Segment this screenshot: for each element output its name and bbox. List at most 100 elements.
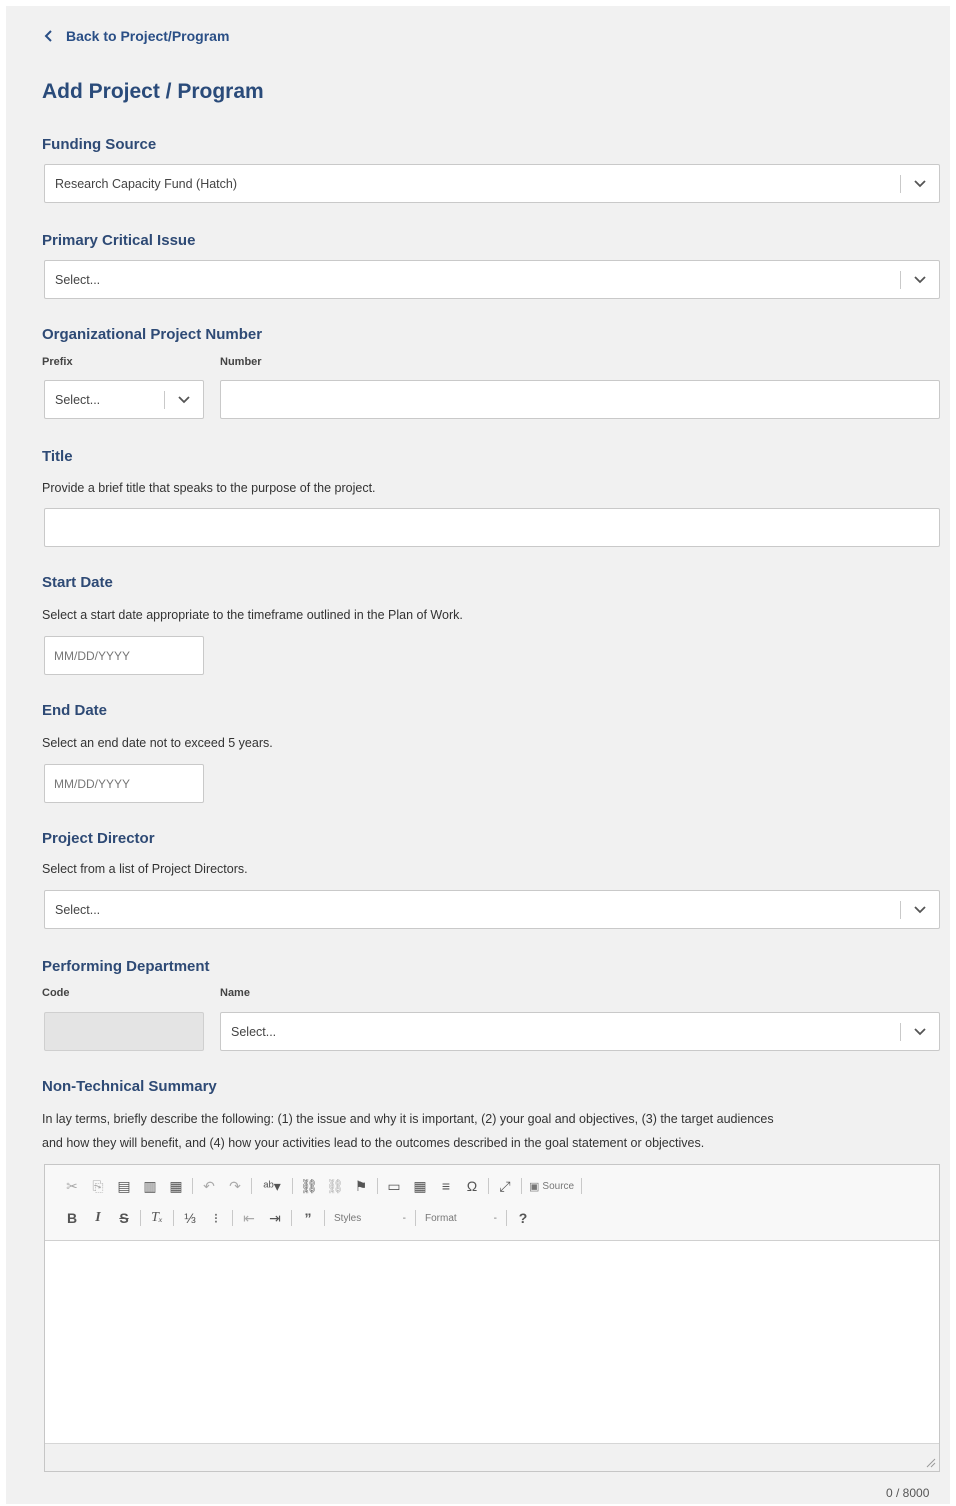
title-input[interactable] [44,508,940,547]
chevron-down-icon[interactable] [901,275,939,284]
primary-critical-issue-label: Primary Critical Issue [42,232,196,249]
copy-icon[interactable]: ⎘ [85,1178,111,1195]
rich-text-editor: ✂ ⎘ ▤ ▥ ▦ ↶ ↷ ᵃᵇ▾ ⛓ ⛓ ⚑ ▭ ▦ ≡ Ω ⤢ ▣ Sour… [44,1164,940,1472]
link-icon[interactable]: ⛓ [296,1178,322,1195]
styles-dropdown[interactable]: Styles - [328,1213,412,1224]
format-label: Format [425,1212,457,1224]
end-date-input[interactable]: MM/DD/YYYY [44,764,204,803]
start-date-help: Select a start date appropriate to the t… [42,608,463,622]
strikethrough-button[interactable]: S [111,1210,137,1226]
funding-source-value: Research Capacity Fund (Hatch) [55,176,238,191]
funding-source-select[interactable]: Research Capacity Fund (Hatch) [44,164,940,203]
toolbar-separator [506,1210,507,1226]
code-label: Code [42,987,70,999]
project-director-value: Select... [55,902,101,917]
end-date-help: Select an end date not to exceed 5 years… [42,736,273,750]
back-link[interactable]: Back to Project/Program [42,26,229,46]
outdent-icon[interactable]: ⇤ [236,1210,262,1227]
title-help: Provide a brief title that speaks to the… [42,481,376,495]
paste-word-icon[interactable]: ▦ [163,1178,189,1195]
bulleted-list-icon[interactable]: ⁝ [203,1210,229,1227]
anchor-flag-icon[interactable]: ⚑ [348,1178,374,1195]
toolbar-row-1: ✂ ⎘ ▤ ▥ ▦ ↶ ↷ ᵃᵇ▾ ⛓ ⛓ ⚑ ▭ ▦ ≡ Ω ⤢ ▣ Sour… [59,1175,585,1197]
undo-icon[interactable]: ↶ [196,1178,222,1195]
summary-label: Non-Technical Summary [42,1078,217,1095]
start-date-placeholder: MM/DD/YYYY [54,648,131,663]
help-button[interactable]: ? [510,1210,536,1226]
image-icon[interactable]: ▭ [381,1178,407,1195]
table-icon[interactable]: ▦ [407,1178,433,1195]
back-link-label: Back to Project/Program [66,28,230,44]
toolbar-separator [251,1178,252,1194]
prefix-label: Prefix [42,356,73,368]
performing-department-label: Performing Department [42,958,210,975]
paste-text-icon[interactable]: ▥ [137,1178,163,1195]
resize-handle-icon[interactable] [926,1458,936,1468]
toolbar-separator [581,1178,583,1194]
number-input[interactable] [220,380,940,419]
dropdown-caret-icon: - [402,1212,406,1224]
start-date-input[interactable]: MM/DD/YYYY [44,636,204,675]
project-director-select[interactable]: Select... [44,890,940,929]
toolbar-separator [415,1210,416,1226]
source-label: Source [542,1180,575,1192]
department-name-select[interactable]: Select... [220,1012,940,1051]
horizontal-line-icon[interactable]: ≡ [433,1178,459,1194]
redo-icon[interactable]: ↷ [222,1178,248,1195]
paste-icon[interactable]: ▤ [111,1178,137,1195]
editor-toolbar: ✂ ⎘ ▤ ▥ ▦ ↶ ↷ ᵃᵇ▾ ⛓ ⛓ ⚑ ▭ ▦ ≡ Ω ⤢ ▣ Sour… [45,1165,939,1241]
editor-status-bar [45,1443,939,1471]
toolbar-row-2: B I S Tₓ ⅓ ⁝ ⇤ ⇥ ” Styles - Format - ? [59,1207,536,1229]
toolbar-separator [377,1178,378,1194]
department-name-value: Select... [231,1024,277,1039]
spellcheck-icon[interactable]: ᵃᵇ▾ [255,1178,289,1195]
toolbar-separator [232,1210,233,1226]
prefix-value: Select... [55,392,101,407]
numbered-list-icon[interactable]: ⅓ [177,1210,203,1226]
prefix-select[interactable]: Select... [44,380,204,419]
department-code-field [44,1012,204,1051]
dropdown-caret-icon: - [493,1212,497,1224]
primary-critical-issue-value: Select... [55,272,101,287]
toolbar-separator [173,1210,174,1226]
primary-critical-issue-select[interactable]: Select... [44,260,940,299]
source-icon: ▣ [529,1180,540,1193]
toolbar-separator [324,1210,325,1226]
project-director-help: Select from a list of Project Directors. [42,862,248,876]
funding-source-label: Funding Source [42,136,157,153]
end-date-label: End Date [42,702,108,719]
toolbar-separator [192,1178,193,1194]
bold-button[interactable]: B [59,1210,85,1226]
toolbar-separator [140,1210,141,1226]
name-label: Name [220,987,250,999]
number-label: Number [220,356,262,368]
summary-help-line2: and how they will benefit, and (4) how y… [42,1136,705,1150]
italic-button[interactable]: I [85,1210,111,1226]
chevron-down-icon[interactable] [901,1027,939,1036]
cut-icon[interactable]: ✂ [59,1178,85,1195]
blockquote-icon[interactable]: ” [295,1210,321,1226]
indent-icon[interactable]: ⇥ [262,1210,288,1227]
unlink-icon[interactable]: ⛓ [322,1178,348,1195]
special-char-icon[interactable]: Ω [459,1178,485,1194]
source-button[interactable]: ▣ Source [525,1180,578,1193]
start-date-label: Start Date [42,574,113,591]
styles-label: Styles [334,1212,362,1224]
summary-help-line1: In lay terms, briefly describe the follo… [42,1112,774,1126]
toolbar-separator [292,1178,293,1194]
toolbar-separator [521,1178,522,1194]
chevron-down-icon[interactable] [901,179,939,188]
chevron-left-icon [44,30,52,42]
maximize-icon[interactable]: ⤢ [492,1178,518,1195]
page-title: Add Project / Program [42,80,264,103]
project-director-label: Project Director [42,830,155,847]
editor-content-area[interactable] [45,1242,939,1443]
end-date-placeholder: MM/DD/YYYY [54,776,131,791]
org-project-number-label: Organizational Project Number [42,326,263,343]
chevron-down-icon[interactable] [901,905,939,914]
character-counter: 0 / 8000 [886,1486,930,1500]
toolbar-separator [291,1210,292,1226]
format-dropdown[interactable]: Format - [419,1213,503,1224]
remove-format-icon[interactable]: Tₓ [144,1210,170,1226]
chevron-down-icon[interactable] [165,395,203,404]
